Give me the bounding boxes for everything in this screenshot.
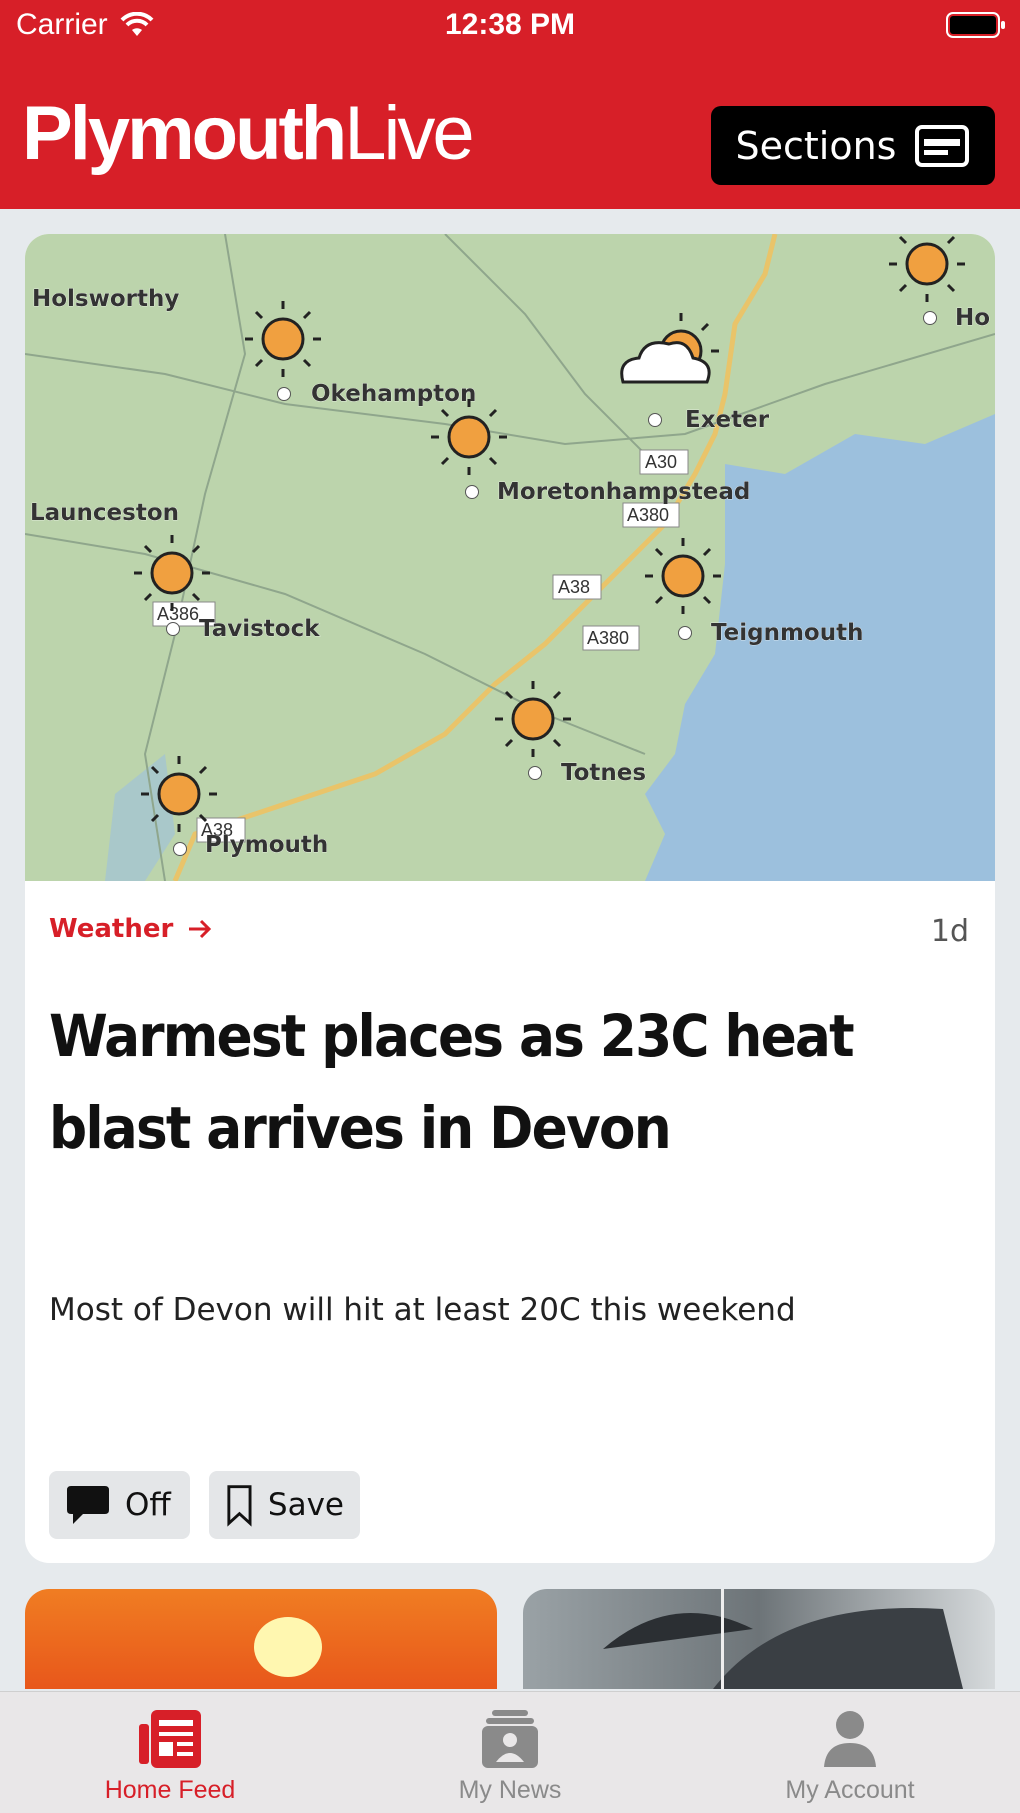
svg-text:Exeter: Exeter <box>685 407 770 433</box>
weather-map-image: A30 A380 A38 A386 A380 A38 Holsworthy Ok… <box>25 234 995 881</box>
status-time: 12:38 PM <box>444 8 576 41</box>
article-card[interactable]: A30 A380 A38 A386 A380 A38 Holsworthy Ok… <box>25 234 995 1563</box>
newspaper-icon <box>139 1710 201 1768</box>
tab-home-feed-label: Home Feed <box>104 1776 236 1804</box>
comments-button[interactable]: Off <box>49 1471 190 1539</box>
svg-text:A30: A30 <box>645 452 677 472</box>
svg-text:A386: A386 <box>157 604 199 624</box>
svg-text:A380: A380 <box>587 628 629 648</box>
svg-text:Holsworthy: Holsworthy <box>32 286 179 312</box>
tab-my-account[interactable]: My Account <box>680 1692 1020 1813</box>
tab-my-news-label: My News <box>458 1776 562 1804</box>
umbrella-thumbnail[interactable] <box>523 1589 995 1689</box>
tab-my-account-label: My Account <box>785 1776 915 1804</box>
profile-card-icon <box>482 1710 538 1768</box>
article-age: 1d <box>930 914 969 949</box>
svg-text:A38: A38 <box>558 577 590 597</box>
svg-text:Totnes: Totnes <box>561 760 646 786</box>
save-label: Save <box>267 1487 344 1523</box>
sun-image <box>254 1617 322 1677</box>
app-header: Carrier 12:38 PM PlymouthLive Sections <box>0 0 1020 209</box>
save-button[interactable]: Save <box>209 1471 360 1539</box>
svg-text:Moretonhampstead: Moretonhampstead <box>497 479 750 505</box>
comments-label: Off <box>125 1487 171 1523</box>
article-summary: Most of Devon will hit at least 20C this… <box>49 1292 796 1328</box>
tab-home-feed[interactable]: Home Feed <box>0 1692 340 1813</box>
sunset-thumbnail[interactable] <box>25 1589 497 1689</box>
site-logo[interactable]: PlymouthLive <box>22 96 475 172</box>
svg-text:Plymouth: Plymouth <box>205 832 328 858</box>
tab-bar: Home Feed My News My Account <box>0 1691 1020 1813</box>
sections-label: Sections <box>735 123 897 168</box>
comment-bubble-icon <box>67 1486 109 1524</box>
category-link[interactable]: Weather <box>49 914 213 944</box>
svg-text:Ho: Ho <box>955 305 990 331</box>
svg-text:Tavistock: Tavistock <box>199 616 320 642</box>
bookmark-icon <box>227 1485 252 1527</box>
umbrella-image <box>603 1589 963 1689</box>
arrow-right-icon <box>189 919 212 939</box>
sections-button[interactable]: Sections <box>711 106 995 185</box>
battery-icon <box>946 12 1005 38</box>
sections-menu-icon <box>915 124 970 167</box>
article-headline[interactable]: Warmest places as 23C heat blast arrives… <box>49 990 905 1174</box>
svg-text:Launceston: Launceston <box>30 500 179 526</box>
tab-my-news[interactable]: My News <box>340 1692 680 1813</box>
category-label: Weather <box>49 914 174 944</box>
svg-text:Okehampton: Okehampton <box>311 381 476 407</box>
person-icon <box>824 1711 876 1767</box>
svg-text:A380: A380 <box>627 505 669 525</box>
svg-text:Teignmouth: Teignmouth <box>711 620 863 646</box>
